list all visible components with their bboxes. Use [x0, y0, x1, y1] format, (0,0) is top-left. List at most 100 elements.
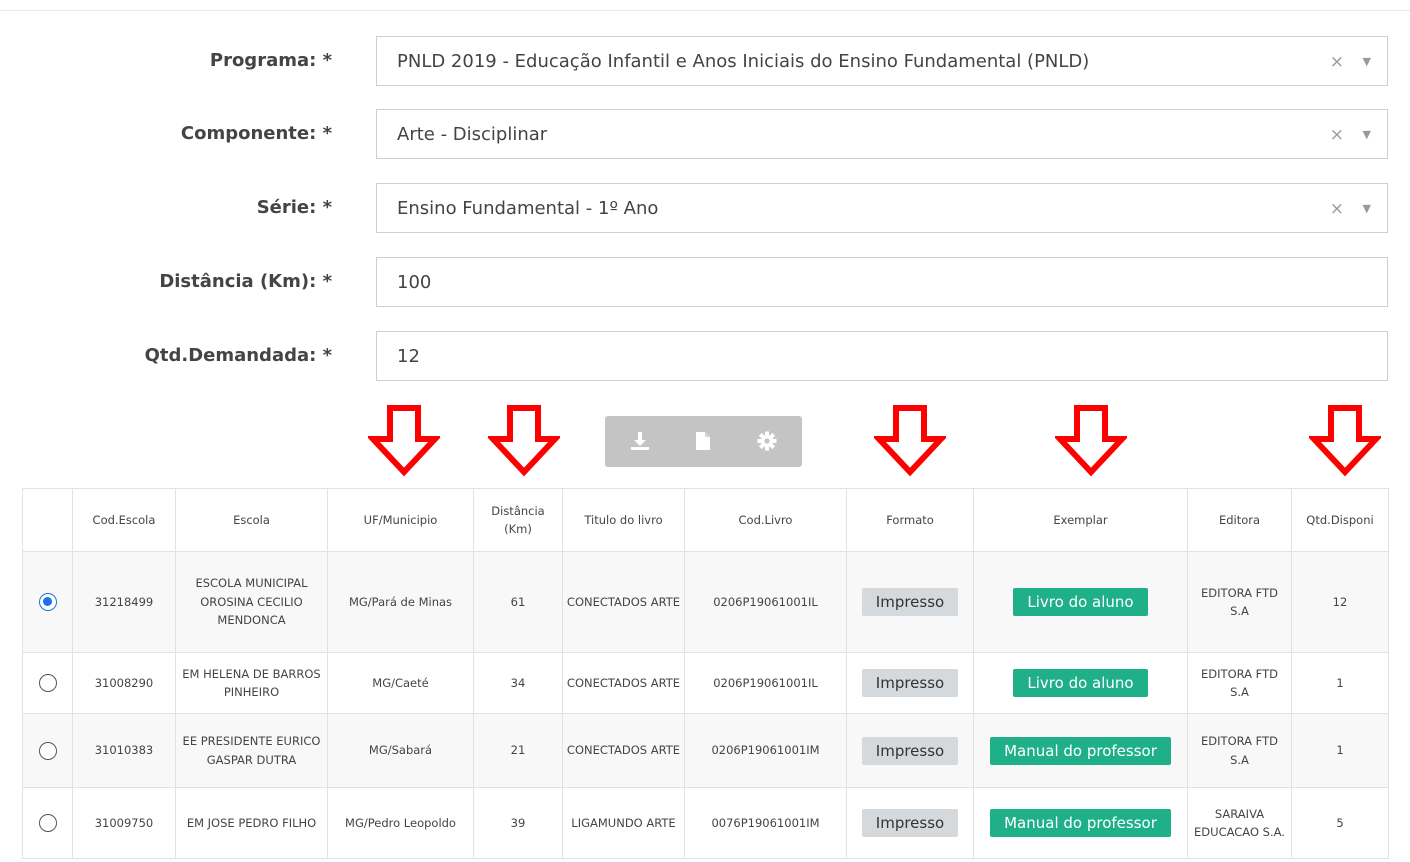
editora-cell: EDITORA FTD S.A: [1187, 713, 1292, 788]
header-escola[interactable]: Escola: [175, 488, 328, 552]
header-exemplar[interactable]: Exemplar: [973, 488, 1188, 552]
cod-livro-cell: 0076P19061001IM: [684, 787, 847, 859]
header-formato[interactable]: Formato: [846, 488, 974, 552]
programa-label: Programa: *: [209, 50, 332, 71]
header-qtd-disponivel[interactable]: Qtd.Disponi: [1291, 488, 1389, 552]
clear-icon[interactable]: ×: [1330, 184, 1344, 234]
clear-icon[interactable]: ×: [1330, 110, 1344, 160]
select-cell: [22, 551, 73, 653]
programa-select[interactable]: PNLD 2019 - Educação Infantil e Anos Ini…: [376, 36, 1388, 86]
formato-badge: Impresso: [861, 809, 959, 837]
titulo-cell: LIGAMUNDO ARTE: [562, 787, 685, 859]
download-icon: [631, 432, 649, 450]
header-titulo[interactable]: Titulo do livro: [562, 488, 685, 552]
row-radio[interactable]: [38, 593, 57, 612]
programa-row: Programa: * PNLD 2019 - Educação Infanti…: [0, 36, 1410, 86]
table-row[interactable]: 31218499 ESCOLA MUNICIPAL OROSINA CECILI…: [22, 551, 1389, 653]
escola-cell: EM HELENA DE BARROS PINHEIRO: [175, 652, 328, 714]
header-uf-municipio[interactable]: UF/Municipio: [327, 488, 474, 552]
cod-escola-cell: 31008290: [72, 652, 176, 714]
qtd-cell: 1: [1291, 652, 1389, 714]
select-cell: [22, 652, 73, 714]
settings-button[interactable]: [742, 416, 792, 467]
formato-cell: Impresso: [846, 787, 974, 859]
formato-badge: Impresso: [861, 588, 959, 616]
uf-municipio-cell: MG/Caeté: [327, 652, 474, 714]
cod-livro-cell: 0206P19061001IL: [684, 652, 847, 714]
header-cod-escola[interactable]: Cod.Escola: [72, 488, 176, 552]
distancia-cell: 34: [473, 652, 563, 714]
editora-cell: SARAIVA EDUCACAO S.A.: [1187, 787, 1292, 859]
exemplar-badge: Manual do professor: [990, 736, 1171, 765]
qtd-value: 12: [397, 346, 420, 367]
select-cell: [22, 787, 73, 859]
arrow-down-icon: [1055, 405, 1127, 477]
header-select: [22, 488, 73, 552]
componente-row: Componente: * Arte - Disciplinar × ▼: [0, 109, 1410, 159]
exemplar-cell: Manual do professor: [973, 713, 1188, 788]
serie-row: Série: * Ensino Fundamental - 1º Ano × ▼: [0, 183, 1410, 233]
cod-escola-cell: 31010383: [72, 713, 176, 788]
row-radio[interactable]: [38, 741, 57, 760]
serie-select[interactable]: Ensino Fundamental - 1º Ano × ▼: [376, 183, 1388, 233]
titulo-cell: CONECTADOS ARTE: [562, 551, 685, 653]
componente-value: Arte - Disciplinar: [397, 124, 548, 145]
cod-escola-cell: 31218499: [72, 551, 176, 653]
arrow-down-icon: [368, 405, 440, 477]
qtd-cell: 12: [1291, 551, 1389, 653]
arrow-down-icon: [874, 405, 946, 477]
escola-cell: EE PRESIDENTE EURICO GASPAR DUTRA: [175, 713, 328, 788]
qtd-cell: 5: [1291, 787, 1389, 859]
select-cell: [22, 713, 73, 788]
qtd-input[interactable]: 12: [376, 331, 1388, 381]
titulo-cell: CONECTADOS ARTE: [562, 713, 685, 788]
clear-icon[interactable]: ×: [1330, 37, 1344, 87]
chevron-down-icon[interactable]: ▼: [1363, 110, 1371, 160]
escola-cell: ESCOLA MUNICIPAL OROSINA CECILIO MENDONC…: [175, 551, 328, 653]
header-editora[interactable]: Editora: [1187, 488, 1292, 552]
distancia-cell: 21: [473, 713, 563, 788]
row-radio[interactable]: [38, 814, 57, 833]
serie-label: Série: *: [256, 197, 332, 218]
table-header-row: Cod.Escola Escola UF/Municipio Distância…: [22, 488, 1389, 552]
programa-value: PNLD 2019 - Educação Infantil e Anos Ini…: [397, 51, 1090, 72]
qtd-label: Qtd.Demandada: *: [144, 345, 332, 366]
row-radio[interactable]: [38, 674, 57, 693]
cod-livro-cell: 0206P19061001IL: [684, 551, 847, 653]
exemplar-cell: Livro do aluno: [973, 551, 1188, 653]
uf-municipio-cell: MG/Sabará: [327, 713, 474, 788]
table-row[interactable]: 31009750 EM JOSE PEDRO FILHO MG/Pedro Le…: [22, 787, 1389, 859]
distancia-input[interactable]: 100: [376, 257, 1388, 307]
top-divider: [0, 10, 1410, 11]
header-cod-livro[interactable]: Cod.Livro: [684, 488, 847, 552]
exemplar-cell: Manual do professor: [973, 787, 1188, 859]
table-row[interactable]: 31010383 EE PRESIDENTE EURICO GASPAR DUT…: [22, 713, 1389, 788]
chevron-down-icon[interactable]: ▼: [1363, 184, 1371, 234]
componente-label: Componente: *: [180, 123, 332, 144]
download-button[interactable]: [615, 416, 665, 467]
exemplar-badge: Livro do aluno: [1013, 588, 1148, 616]
uf-municipio-cell: MG/Pará de Minas: [327, 551, 474, 653]
exemplar-cell: Livro do aluno: [973, 652, 1188, 714]
cod-escola-cell: 31009750: [72, 787, 176, 859]
formato-badge: Impresso: [861, 736, 959, 765]
chevron-down-icon[interactable]: ▼: [1363, 37, 1371, 87]
header-distancia[interactable]: Distância (Km): [473, 488, 563, 552]
editora-cell: EDITORA FTD S.A: [1187, 551, 1292, 653]
titulo-cell: CONECTADOS ARTE: [562, 652, 685, 714]
file-icon: [696, 432, 710, 450]
qtd-cell: 1: [1291, 713, 1389, 788]
serie-value: Ensino Fundamental - 1º Ano: [397, 198, 659, 219]
uf-municipio-cell: MG/Pedro Leopoldo: [327, 787, 474, 859]
distancia-cell: 39: [473, 787, 563, 859]
distancia-label: Distância (Km): *: [159, 271, 332, 292]
arrow-down-icon: [488, 405, 560, 477]
formato-badge: Impresso: [861, 669, 959, 697]
export-file-button[interactable]: [678, 416, 728, 467]
formato-cell: Impresso: [846, 652, 974, 714]
componente-select[interactable]: Arte - Disciplinar × ▼: [376, 109, 1388, 159]
exemplar-badge: Livro do aluno: [1013, 669, 1148, 697]
cod-livro-cell: 0206P19061001IM: [684, 713, 847, 788]
arrow-down-icon: [1309, 405, 1381, 477]
table-row[interactable]: 31008290 EM HELENA DE BARROS PINHEIRO MG…: [22, 652, 1389, 714]
